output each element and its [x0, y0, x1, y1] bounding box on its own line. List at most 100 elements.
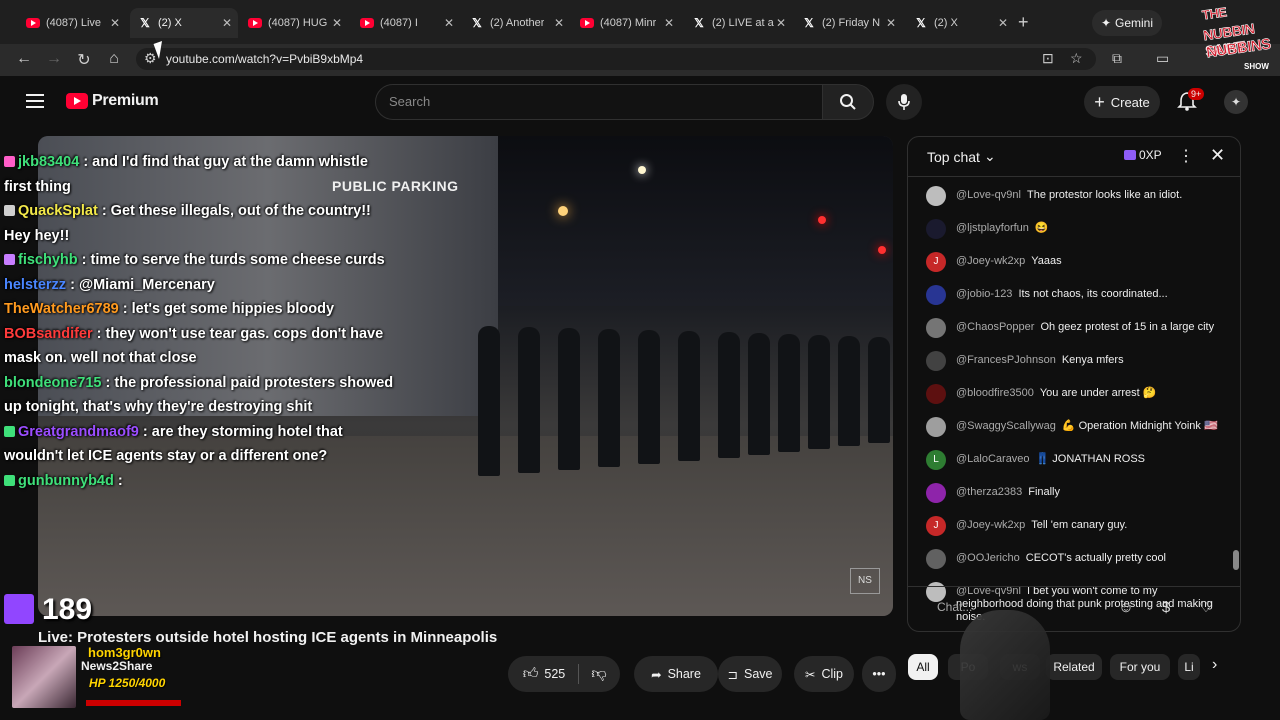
chat-avatar[interactable] [926, 549, 946, 569]
save-label: Save [743, 667, 773, 681]
save-button[interactable]: ⊐ Save [718, 656, 782, 692]
video-night-sky [498, 136, 893, 306]
tab-close-icon[interactable]: ✕ [776, 16, 786, 30]
browser-tab[interactable]: 𝕏 (2) X ✕ [906, 8, 1014, 38]
install-app-icon[interactable]: ⊡ [1042, 50, 1054, 67]
browser-tab[interactable]: 𝕏 (2) LIVE at a ✕ [684, 8, 792, 38]
chat-author[interactable]: @FrancesPJohnson [956, 354, 1056, 366]
chat-author[interactable]: @Love-qv9nl [956, 189, 1021, 201]
tab-close-icon[interactable]: ✕ [222, 16, 232, 30]
chat-message[interactable]: @therza2383 Finally [926, 483, 1222, 503]
close-icon[interactable]: ✕ [1210, 145, 1225, 166]
chat-avatar[interactable] [926, 417, 946, 437]
chat-scroll-thumb[interactable] [1233, 550, 1239, 570]
channel-name[interactable]: News2Share [81, 659, 152, 673]
like-button[interactable]: 👍︎ 525 [512, 656, 576, 692]
chat-message[interactable]: @ChaosPopper Oh geez protest of 15 in a l… [926, 318, 1222, 338]
reload-icon[interactable]: ↻ [74, 50, 94, 70]
browser-tab[interactable]: (4087) Minr ✕ [572, 8, 680, 38]
heart-icon[interactable]: ♡ [1196, 598, 1216, 618]
chat-message[interactable]: L @LaloCaraveo 👖 JONATHAN ROSS [926, 450, 1222, 470]
chat-message[interactable]: @bloodfire3500 You are under arrest 🤔 [926, 384, 1222, 404]
forward-arrow-icon[interactable]: → [44, 50, 64, 68]
site-info-icon[interactable]: ⚙ [144, 50, 157, 67]
browser-tab[interactable]: (4087) HUG ✕ [240, 8, 348, 38]
chat-mode-dropdown[interactable]: Top chat ⌄ [927, 148, 996, 165]
chat-message[interactable]: J @Joey-wk2xp Yaaas [926, 252, 1222, 272]
filter-chip[interactable]: Related [1046, 654, 1102, 680]
chat-avatar[interactable] [926, 186, 946, 206]
filter-chip[interactable]: Li [1178, 654, 1200, 680]
menu-icon[interactable] [26, 94, 44, 112]
chat-message[interactable]: @jobio-123 Its not chaos, its coordinated… [926, 285, 1222, 305]
chat-avatar[interactable]: J [926, 516, 946, 536]
chat-avatar[interactable] [926, 318, 946, 338]
chat-avatar[interactable] [926, 384, 946, 404]
chat-message[interactable]: @FrancesPJohnson Kenya mfers [926, 351, 1222, 371]
browser-tab[interactable]: 𝕏 (2) Another ✕ [462, 8, 570, 38]
logo-line: SHOW [1244, 62, 1269, 71]
chat-avatar[interactable] [926, 483, 946, 503]
tab-close-icon[interactable]: ✕ [110, 16, 120, 30]
new-tab-button[interactable]: + [1018, 12, 1029, 33]
browser-tab[interactable]: 𝕏 (2) Friday N ✕ [794, 8, 902, 38]
share-button[interactable]: ➦ Share [634, 656, 718, 692]
chat-avatar[interactable]: L [926, 450, 946, 470]
clip-button[interactable]: ✂ Clip [794, 656, 854, 692]
tab-close-icon[interactable]: ✕ [444, 16, 454, 30]
chat-author[interactable]: @Joey-wk2xp [956, 255, 1025, 267]
search-input[interactable] [375, 84, 823, 120]
chat-author[interactable]: @SwaggyScallywag [956, 420, 1056, 432]
chat-message[interactable]: @Love-qv9nl The protestor looks like an i… [926, 186, 1222, 206]
emoji-icon[interactable]: ☺ [1116, 598, 1136, 618]
back-arrow-icon[interactable]: ← [14, 50, 34, 68]
chat-input[interactable]: Chat... [937, 600, 972, 614]
chat-scrollbar[interactable] [1232, 180, 1240, 576]
chat-author[interactable]: @OOJericho [956, 552, 1020, 564]
account-avatar[interactable]: ✦ [1224, 90, 1248, 114]
channel-avatar[interactable] [12, 646, 76, 708]
extensions-icon[interactable]: ⧉ [1112, 50, 1122, 67]
chat-author[interactable]: @jobio-123 [956, 288, 1012, 300]
chat-message[interactable]: @ljstplayforfun 😆 [926, 219, 1222, 239]
chat-author[interactable]: @Joey-wk2xp [956, 519, 1025, 531]
chat-author[interactable]: @LaloCaraveo [956, 453, 1030, 465]
browser-tab[interactable]: (4087) I ✕ [352, 8, 460, 38]
create-button[interactable]: + Create [1084, 86, 1160, 118]
chat-message[interactable]: @OOJericho CECOT's actually pretty cool [926, 549, 1222, 569]
super-chat-icon[interactable]: $ [1156, 598, 1176, 618]
chevron-right-icon[interactable]: › [1212, 656, 1217, 674]
tab-close-icon[interactable]: ✕ [886, 16, 896, 30]
youtube-brand-label[interactable]: Premium [92, 92, 159, 110]
chat-avatar[interactable] [926, 285, 946, 305]
more-actions-button[interactable]: ••• [862, 656, 896, 692]
browser-tab[interactable]: 𝕏 (2) X ✕ [130, 8, 238, 38]
voice-search-button[interactable] [886, 84, 922, 120]
home-icon[interactable]: ⌂ [104, 50, 124, 68]
dislike-button[interactable]: 👎︎ [582, 656, 616, 692]
youtube-logo-icon[interactable] [66, 93, 88, 109]
chat-author[interactable]: @bloodfire3500 [956, 387, 1034, 399]
chat-avatar[interactable]: J [926, 252, 946, 272]
tab-close-icon[interactable]: ✕ [554, 16, 564, 30]
chat-author[interactable]: @ljstplayforfun [956, 222, 1029, 234]
gemini-button[interactable]: ✦ Gemini [1092, 10, 1162, 36]
search-button[interactable] [822, 84, 874, 120]
channel-points-badge[interactable]: 0XP [1124, 148, 1162, 162]
chat-avatar[interactable] [926, 219, 946, 239]
youtube-favicon-icon [248, 18, 262, 28]
chat-author[interactable]: @ChaosPopper [956, 321, 1034, 333]
tab-close-icon[interactable]: ✕ [998, 16, 1008, 30]
filter-chip[interactable]: All [908, 654, 938, 680]
more-options-icon[interactable]: ⋮ [1178, 146, 1194, 166]
chat-avatar[interactable] [926, 351, 946, 371]
split-view-icon[interactable]: ▭ [1156, 50, 1169, 67]
browser-tab[interactable]: (4087) Live ✕ [18, 8, 126, 38]
filter-chip[interactable]: For you [1110, 654, 1170, 680]
tab-close-icon[interactable]: ✕ [664, 16, 674, 30]
chat-message[interactable]: @SwaggyScallywag 💪 Operation Midnight Yoi… [926, 417, 1222, 437]
tab-close-icon[interactable]: ✕ [332, 16, 342, 30]
chat-author[interactable]: @therza2383 [956, 486, 1022, 498]
bookmark-star-icon[interactable]: ☆ [1070, 50, 1083, 67]
chat-message[interactable]: J @Joey-wk2xp Tell 'em canary guy. [926, 516, 1222, 536]
